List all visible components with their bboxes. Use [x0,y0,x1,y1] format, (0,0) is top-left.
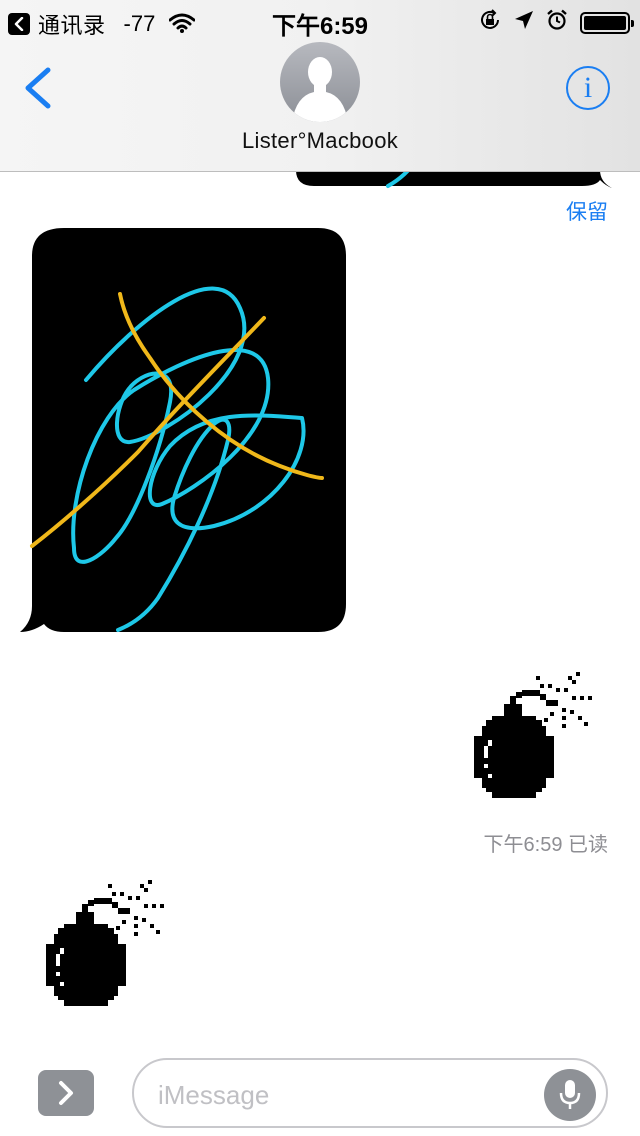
conversation-header: 通讯录 -77 下午6:59 Lister°Macbook i [0,0,640,172]
bomb-icon[interactable] [470,670,600,802]
message-field[interactable] [132,1058,608,1128]
contact-name[interactable]: Lister°Macbook [0,128,640,154]
chevron-left-icon [25,67,51,109]
message-input[interactable] [158,1078,538,1112]
status-indicators [478,8,634,37]
info-circle-icon: i [583,71,593,104]
avatar[interactable] [280,42,360,122]
apps-expand-button[interactable] [38,1070,94,1116]
battery-icon [580,11,634,34]
location-arrow-icon [514,10,534,35]
keep-button[interactable]: 保留 [566,196,608,226]
person-silhouette-icon [292,57,348,122]
back-button[interactable] [22,66,54,110]
microphone-button[interactable] [544,1069,596,1121]
alarm-icon [546,9,568,36]
received-sketch-message[interactable] [18,226,348,634]
chevron-right-icon [59,1081,73,1105]
rotation-lock-icon [478,8,502,37]
read-receipt: 下午6:59 已读 [483,834,608,856]
info-button[interactable]: i [566,66,610,110]
bomb-icon[interactable] [42,878,172,1010]
microphone-icon [559,1080,581,1109]
compose-bar [0,1044,640,1136]
status-bar: 通讯录 -77 下午6:59 [0,0,640,40]
